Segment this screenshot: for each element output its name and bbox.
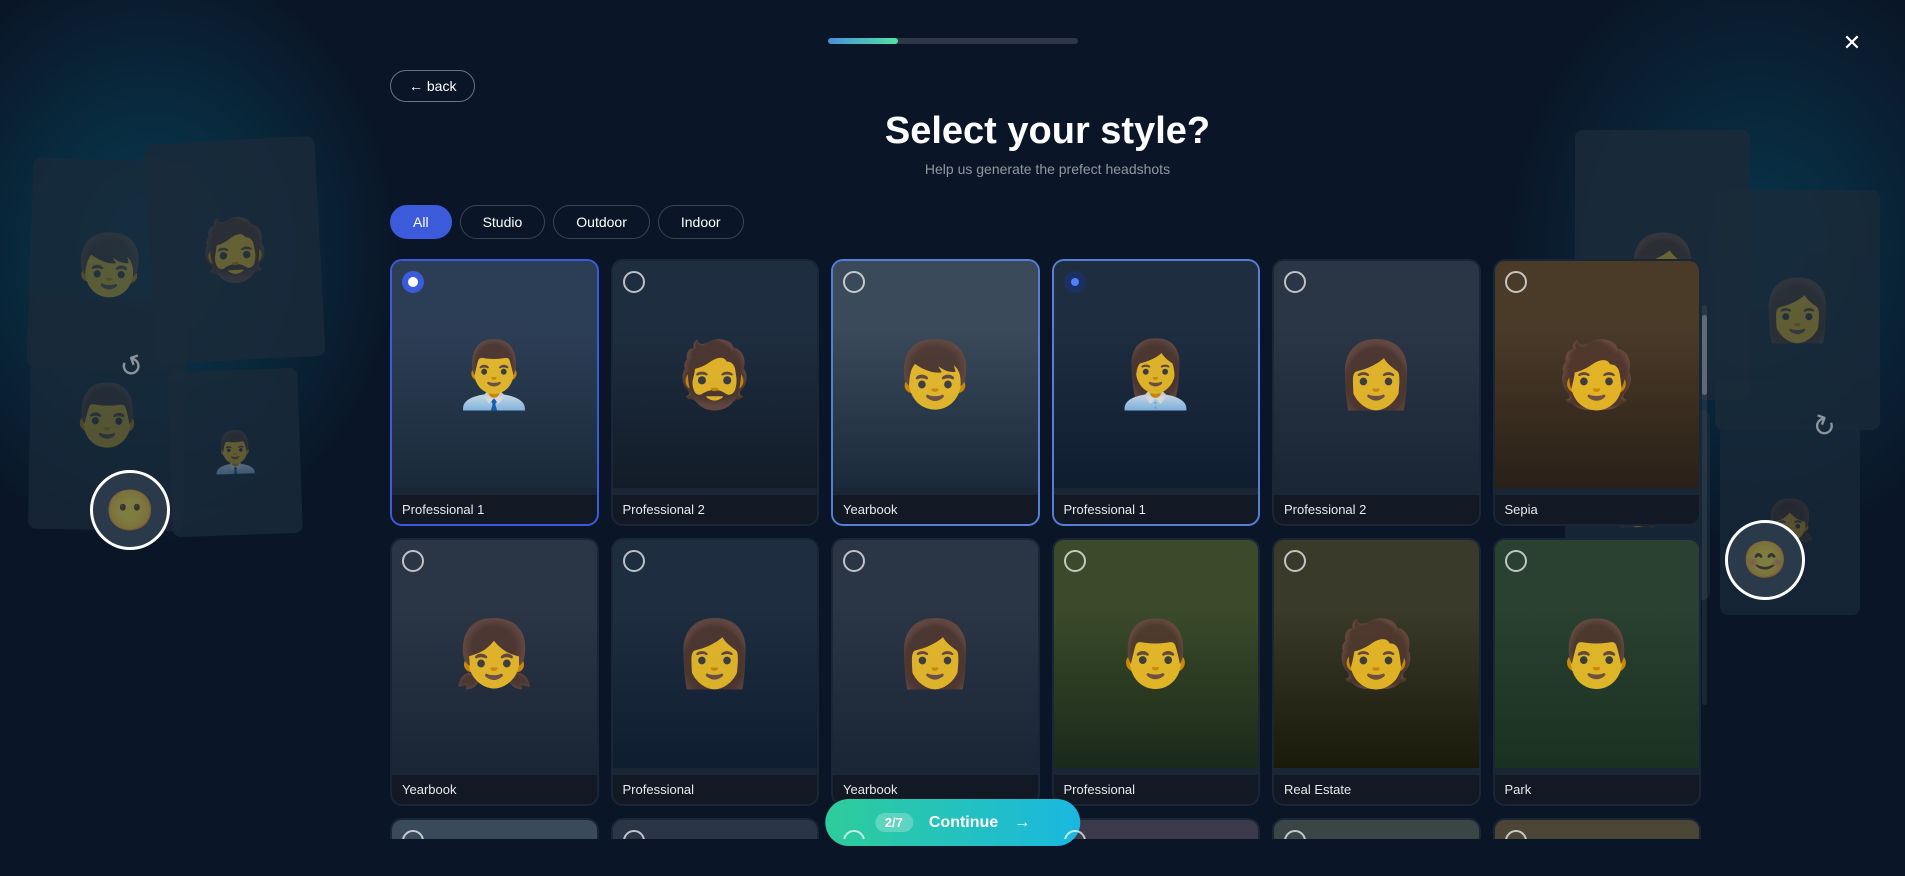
- card-label-sepia: Sepia: [1495, 495, 1700, 524]
- card-label-year-f: Yearbook: [392, 775, 597, 804]
- right-avatar: 😊: [1725, 520, 1805, 600]
- card-radio-year-m[interactable]: [843, 271, 865, 293]
- style-card-year-f[interactable]: 👧Yearbook: [390, 538, 599, 805]
- card-label-prof2-m: Professional 2: [613, 495, 818, 524]
- card-label-year-m: Yearbook: [833, 495, 1038, 524]
- filter-tab-outdoor[interactable]: Outdoor: [553, 205, 650, 239]
- style-card-real-estate[interactable]: 🧑Real Estate: [1272, 538, 1481, 805]
- card-radio-prof1-m[interactable]: [402, 271, 424, 293]
- style-card-prof1-m[interactable]: 👨‍💼Professional 1: [390, 259, 599, 526]
- style-card-park[interactable]: 👨Park: [1493, 538, 1702, 805]
- left-photo-4: 👨‍💼: [167, 368, 303, 537]
- card-label-prof-f2: Professional: [613, 775, 818, 804]
- card-label-prof1-m: Professional 1: [392, 495, 597, 524]
- style-card-row3-6[interactable]: 👩: [1493, 818, 1702, 839]
- back-label: ← back: [409, 78, 456, 94]
- progress-bar: [828, 38, 1078, 44]
- style-card-year-f2[interactable]: 👩Yearbook: [831, 538, 1040, 805]
- style-card-prof-outdoor[interactable]: 👨Professional: [1052, 538, 1261, 805]
- card-label-park: Park: [1495, 775, 1700, 804]
- main-content: Select your style? Help us generate the …: [390, 110, 1705, 876]
- page-title: Select your style?: [390, 110, 1705, 153]
- style-card-row3-4[interactable]: 🧑: [1052, 818, 1261, 839]
- card-label-prof-outdoor: Professional: [1054, 775, 1259, 804]
- left-avatar: 😶: [90, 470, 170, 550]
- filter-tab-indoor[interactable]: Indoor: [658, 205, 744, 239]
- filter-tab-studio[interactable]: Studio: [460, 205, 546, 239]
- style-card-sepia[interactable]: 🧑Sepia: [1493, 259, 1702, 526]
- step-badge: 2/7: [875, 813, 913, 832]
- style-card-prof-f2[interactable]: 👩Professional: [611, 538, 820, 805]
- card-radio-prof-f2[interactable]: [623, 550, 645, 572]
- card-radio-park[interactable]: [1505, 550, 1527, 572]
- style-card-prof2-f[interactable]: 👩Professional 2: [1272, 259, 1481, 526]
- style-card-prof1-f[interactable]: 👩‍💼Professional 1: [1052, 259, 1261, 526]
- card-radio-prof-outdoor[interactable]: [1064, 550, 1086, 572]
- card-radio-prof2-m[interactable]: [623, 271, 645, 293]
- left-decorative-photos: 🧔 👦 👨 👨‍💼 ↺ 😶: [30, 140, 350, 580]
- style-card-prof2-m[interactable]: 🧔Professional 2: [611, 259, 820, 526]
- continue-arrow: →: [1014, 814, 1030, 832]
- style-grid: 👨‍💼Professional 1🧔Professional 2👦Yearboo…: [390, 259, 1705, 839]
- card-radio-prof2-f[interactable]: [1284, 271, 1306, 293]
- right-photo-2: 👩: [1715, 190, 1880, 430]
- card-label-prof2-f: Professional 2: [1274, 495, 1479, 524]
- card-label-prof1-f: Professional 1: [1054, 495, 1259, 524]
- card-radio-sepia[interactable]: [1505, 271, 1527, 293]
- style-card-row3-5[interactable]: 👩: [1272, 818, 1481, 839]
- continue-label: Continue: [929, 814, 998, 832]
- filter-tabs: AllStudioOutdoorIndoor: [390, 205, 1705, 239]
- style-card-year-m[interactable]: 👦Yearbook: [831, 259, 1040, 526]
- page-subtitle: Help us generate the prefect headshots: [390, 161, 1705, 177]
- back-button[interactable]: ← back: [390, 70, 475, 102]
- progress-fill: [828, 38, 898, 44]
- card-radio-prof1-f[interactable]: [1064, 271, 1086, 293]
- close-button[interactable]: ✕: [1834, 25, 1870, 61]
- filter-tab-all[interactable]: All: [390, 205, 452, 239]
- style-card-row3-2[interactable]: 👨: [611, 818, 820, 839]
- card-label-real-estate: Real Estate: [1274, 775, 1479, 804]
- style-card-row3-1[interactable]: 👨: [390, 818, 599, 839]
